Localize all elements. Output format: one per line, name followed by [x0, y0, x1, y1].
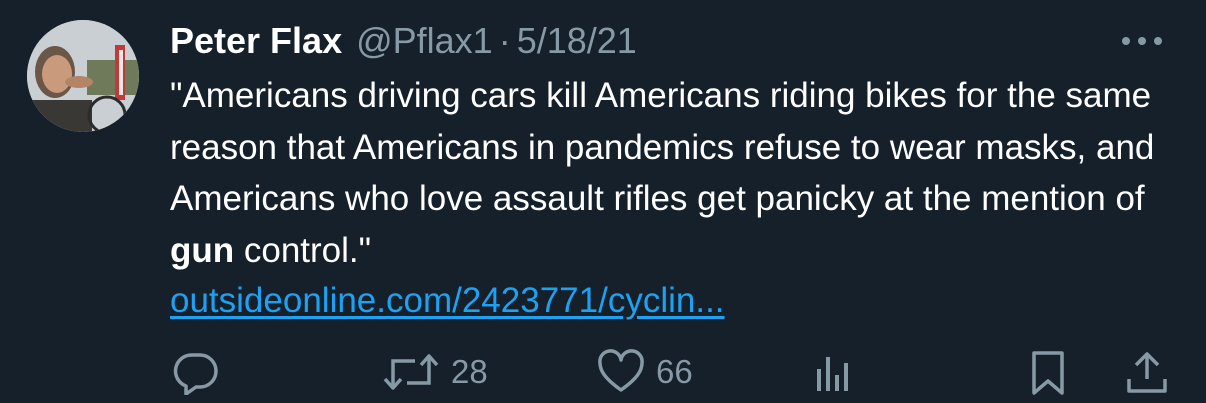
- like-icon: [598, 349, 644, 392]
- retweet-count: 28: [451, 353, 488, 390]
- share-icon: [1127, 352, 1167, 393]
- like-count: 66: [656, 353, 693, 390]
- reply-icon: [173, 353, 218, 395]
- tweet-text-bold[interactable]: gun: [170, 231, 234, 270]
- avatar[interactable]: [27, 20, 139, 132]
- reply-button[interactable]: [170, 349, 222, 395]
- tweet-text-start: "Americans driving cars kill Americans r…: [170, 76, 1155, 218]
- tweet-text: "Americans driving cars kill Americans r…: [170, 70, 1180, 276]
- share-button[interactable]: [1124, 349, 1170, 397]
- tweet-text-end: control.": [234, 230, 372, 270]
- retweet-button[interactable]: 28: [381, 349, 488, 395]
- tweet-header: Peter Flax @Pflax1 · 5/18/21: [170, 18, 637, 64]
- avatar-photo: [27, 20, 139, 132]
- like-button[interactable]: 66: [596, 349, 693, 395]
- tweet-date[interactable]: 5/18/21: [517, 18, 637, 64]
- bookmark-button[interactable]: [1026, 349, 1070, 397]
- analytics-icon: [817, 357, 848, 391]
- tweet[interactable]: Peter Flax @Pflax1 · 5/18/21 "Americans …: [0, 0, 1206, 403]
- action-bar: 28 66: [0, 343, 1206, 403]
- more-icon[interactable]: [1122, 26, 1162, 56]
- retweet-icon: [383, 354, 439, 390]
- author-handle[interactable]: @Pflax1: [356, 18, 493, 64]
- tweet-link[interactable]: outsideonline.com/2423771/cyclin...: [170, 276, 725, 326]
- author-name[interactable]: Peter Flax: [170, 18, 342, 64]
- separator-dot: ·: [498, 20, 511, 61]
- bookmark-icon: [1032, 351, 1064, 395]
- analytics-button[interactable]: [811, 349, 857, 395]
